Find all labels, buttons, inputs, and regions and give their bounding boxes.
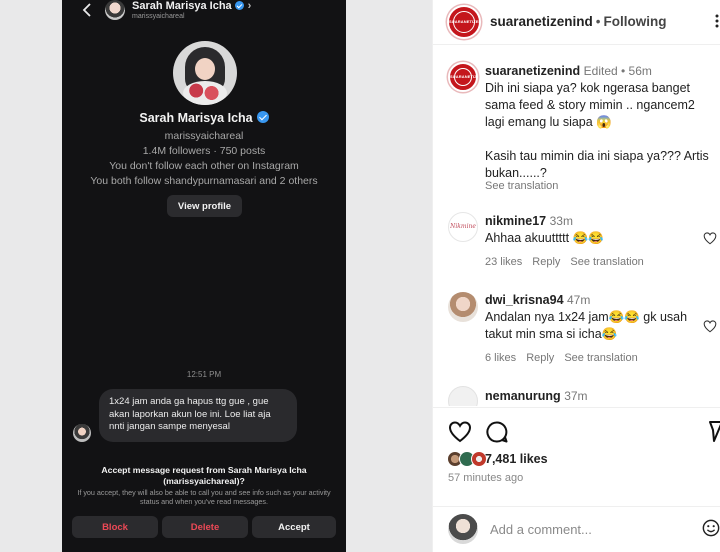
request-note: If you accept, they will also be able to… <box>77 488 331 506</box>
mutual-followers: You both follow shandypurnamasari and 2 … <box>90 175 318 187</box>
profile-avatar[interactable] <box>173 41 237 105</box>
profile-name: Sarah Marisya Icha <box>62 111 346 125</box>
block-button[interactable]: Block <box>72 516 158 538</box>
dm-screen: Sarah Marisya Icha › marissyaichareal Sar… <box>62 0 346 552</box>
comment-avatar[interactable] <box>448 386 478 406</box>
see-translation[interactable]: See translation <box>570 256 643 268</box>
view-profile-button[interactable]: View profile <box>167 195 242 217</box>
caption-meta: Edited • 56m <box>583 64 652 78</box>
comment-actions: 23 likes Reply See translation <box>485 256 654 268</box>
comment-username[interactable]: nemanurung <box>485 389 561 403</box>
reply-button[interactable]: Reply <box>526 352 554 364</box>
dm-header: Sarah Marisya Icha › marissyaichareal <box>62 0 346 24</box>
caption-text-1: Dih ini siapa ya? kok ngerasa banget sam… <box>485 81 695 129</box>
see-translation[interactable]: See translation <box>564 352 637 364</box>
post-panel: SUARANETIZEN suaranetizenind • Following S… <box>432 0 720 552</box>
accept-button[interactable]: Accept <box>252 516 336 538</box>
post-author: suaranetizenind • Following <box>490 14 667 29</box>
add-comment-input[interactable] <box>490 519 690 539</box>
heart-icon[interactable] <box>703 320 717 333</box>
comment-avatar[interactable]: Nikmine <box>448 212 478 242</box>
comment-username[interactable]: nikmine17 <box>485 214 546 228</box>
account-logo[interactable]: SUARANETIZEN <box>447 5 481 39</box>
emoji-icon[interactable] <box>702 519 720 537</box>
comment-icon[interactable] <box>485 420 509 444</box>
message-timestamp: 12:51 PM <box>186 370 222 379</box>
comment-text: Andalan nya 1x24 jam😂😂 gk usah takut min… <box>485 310 688 341</box>
comment-time: 37m <box>564 389 588 403</box>
heart-icon[interactable] <box>448 421 472 443</box>
screenshot: Sarah Marisya Icha › marissyaichareal Sar… <box>0 0 720 552</box>
comment-username[interactable]: dwi_krisna94 <box>485 293 564 307</box>
comment-author: nikmine17 33m <box>485 214 573 228</box>
caption-author: suaranetizenind Edited • 56m <box>485 64 652 78</box>
comments-list[interactable]: SUARANETIZEN suaranetizenind Edited • 56… <box>433 46 720 406</box>
profile-stats: 1.4M followers · 750 posts <box>142 145 266 157</box>
caption-username[interactable]: suaranetizenind <box>485 64 580 78</box>
comment-time: 47m <box>567 293 591 307</box>
chevron-right-icon: › <box>247 0 252 12</box>
follow-status: You don't follow each other on Instagram <box>109 160 299 172</box>
following-button[interactable]: Following <box>604 14 667 29</box>
request-title: Accept message request from Sarah Marisy… <box>101 465 307 486</box>
share-icon[interactable] <box>709 421 720 443</box>
caption-text-2: Kasih tau mimin dia ini siapa ya??? Arti… <box>485 149 709 180</box>
profile-handle: marissyaichareal <box>164 130 244 142</box>
verified-icon <box>234 1 244 10</box>
more-icon[interactable] <box>713 13 720 29</box>
header-name[interactable]: Sarah Marisya Icha › <box>132 0 251 12</box>
comment-author: dwi_krisna94 47m <box>485 293 590 307</box>
comment-author: nemanurung 37m <box>485 389 588 403</box>
caption-avatar[interactable]: SUARANETIZEN <box>448 62 478 92</box>
sender-avatar <box>73 424 91 442</box>
comment-likes[interactable]: 23 likes <box>485 256 522 268</box>
message-bubble: 1x24 jam anda ga hapus ttg gue , gue aka… <box>99 389 297 442</box>
caption-see-translation[interactable]: See translation <box>485 180 558 192</box>
post-time: 57 minutes ago <box>448 472 524 484</box>
comment-text: Ahhaa akuuttttt 😂😂 <box>485 231 604 245</box>
dm-screenshot-panel: Sarah Marisya Icha › marissyaichareal Sar… <box>0 0 432 552</box>
back-icon[interactable] <box>80 2 94 18</box>
header-handle: marissyaichareal <box>132 13 185 20</box>
header-avatar[interactable] <box>105 0 125 20</box>
heart-icon[interactable] <box>703 232 717 245</box>
delete-button[interactable]: Delete <box>162 516 248 538</box>
user-avatar <box>448 514 478 544</box>
post-username[interactable]: suaranetizenind <box>490 14 593 29</box>
likes-count[interactable]: 7,481 likes <box>485 452 548 466</box>
comment-actions: 6 likes Reply See translation <box>485 352 648 364</box>
comment-likes[interactable]: 6 likes <box>485 352 516 364</box>
comment-time: 33m <box>549 214 573 228</box>
post-header: SUARANETIZEN suaranetizenind • Following <box>433 0 720 45</box>
verified-icon <box>256 111 269 123</box>
reply-button[interactable]: Reply <box>532 256 560 268</box>
comment-avatar[interactable] <box>448 292 478 322</box>
